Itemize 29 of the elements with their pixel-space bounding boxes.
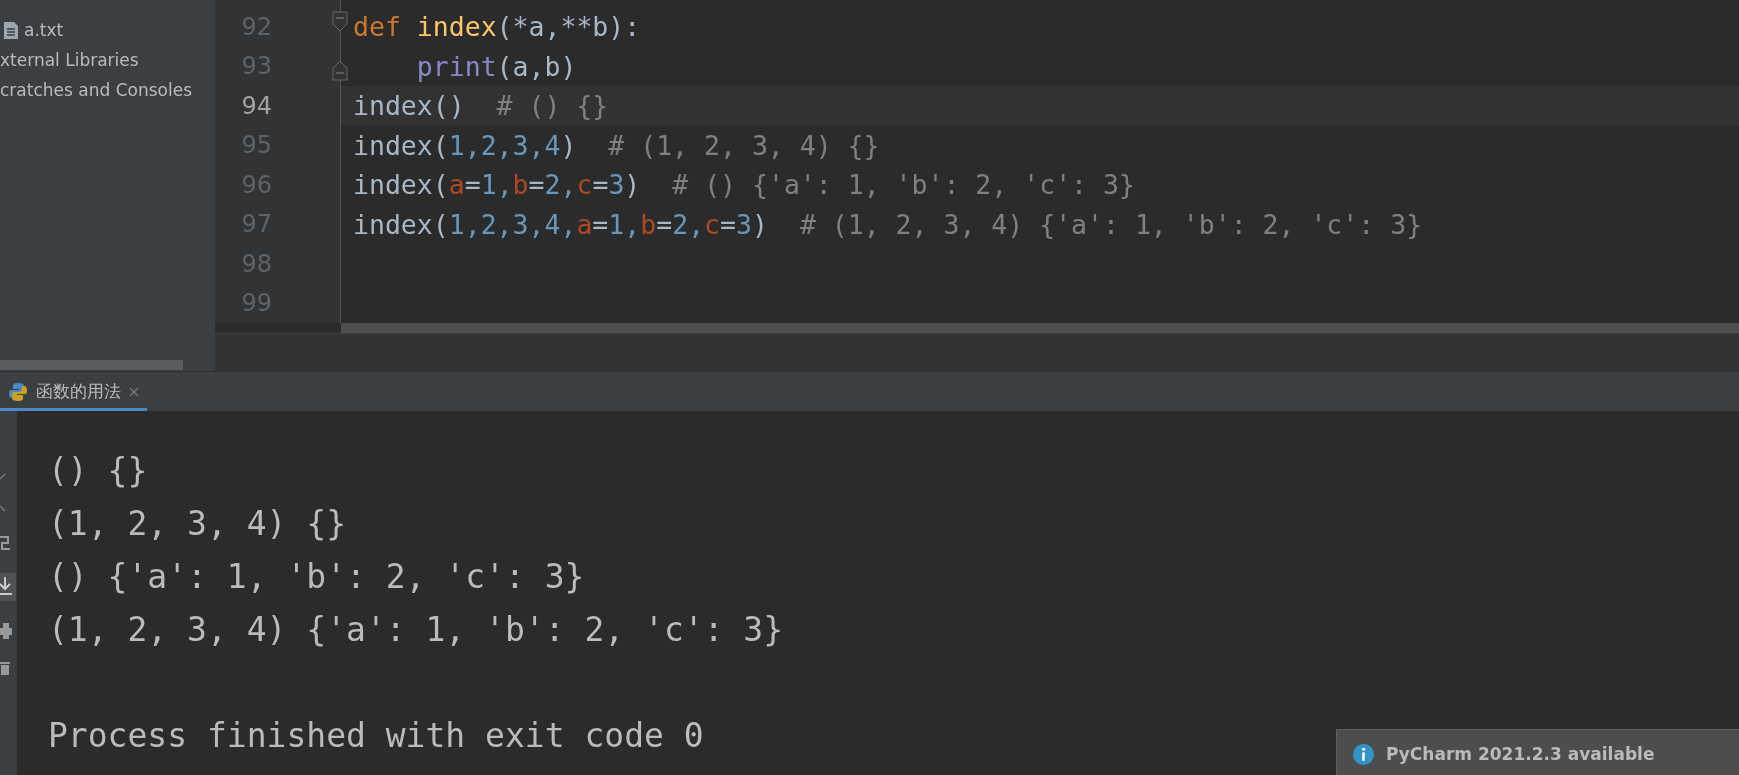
fold-icon[interactable] <box>332 11 348 33</box>
tree-item[interactable]: xternal Libraries <box>0 50 139 70</box>
scroll-down-icon[interactable] <box>0 573 16 601</box>
notification-popup: PyCharm 2021.2.3 available <box>1336 729 1739 775</box>
console-line: (1, 2, 3, 4) {'a': 1, 'b': 2, 'c': 3} <box>48 610 784 649</box>
print-icon[interactable] <box>0 623 12 639</box>
exit-message: Process finished with exit code 0 <box>48 716 704 755</box>
wrap-icon[interactable] <box>0 535 10 551</box>
tree-item[interactable]: a.txt <box>24 20 64 40</box>
line-number: 94 <box>240 91 272 120</box>
code-line: index(1,2,3,4) # (1, 2, 3, 4) {} <box>353 129 880 161</box>
fold-icon[interactable] <box>332 58 348 81</box>
scrollbar[interactable] <box>341 323 1739 333</box>
python-icon <box>8 381 28 402</box>
code-line: index() # () {} <box>353 90 609 122</box>
code-line: def index(*a,**b): <box>353 11 641 43</box>
code-line: index(a=1,b=2,c=3) # () {'a': 1, 'b': 2, 'c': 3} <box>353 169 1135 201</box>
info-icon <box>1353 744 1374 765</box>
console-line: () {} <box>48 451 148 490</box>
close-icon[interactable] <box>129 386 139 397</box>
code-editor[interactable]: def index(*a,**b): print(a,b) index() # () {} index(1,2,3,4) # (1, 2, 3, 4) {} index(a=1,b=2,c=3) # () {'a': 1, 'b': 2, 'c': 3} index(1,2,3,4,a=1,b=2,c=3) # (1, 2, 3, 4) {'a': 1, 'b': 2, 'c': 3} <box>341 0 1739 323</box>
console-line: () {'a': 1, 'b': 2, 'c': 3} <box>48 557 585 596</box>
trash-icon[interactable] <box>0 661 10 675</box>
tree-item[interactable]: cratches and Consoles <box>0 80 192 100</box>
code-line: index(1,2,3,4,a=1,b=2,c=3) # (1, 2, 3, 4) {'a': 1, 'b': 2, 'c': 3} <box>353 208 1423 240</box>
file-icon <box>4 21 18 39</box>
code-line: print(a,b) <box>415 50 577 82</box>
scrollbar[interactable] <box>0 360 183 370</box>
console-line: (1, 2, 3, 4) {} <box>48 504 346 543</box>
